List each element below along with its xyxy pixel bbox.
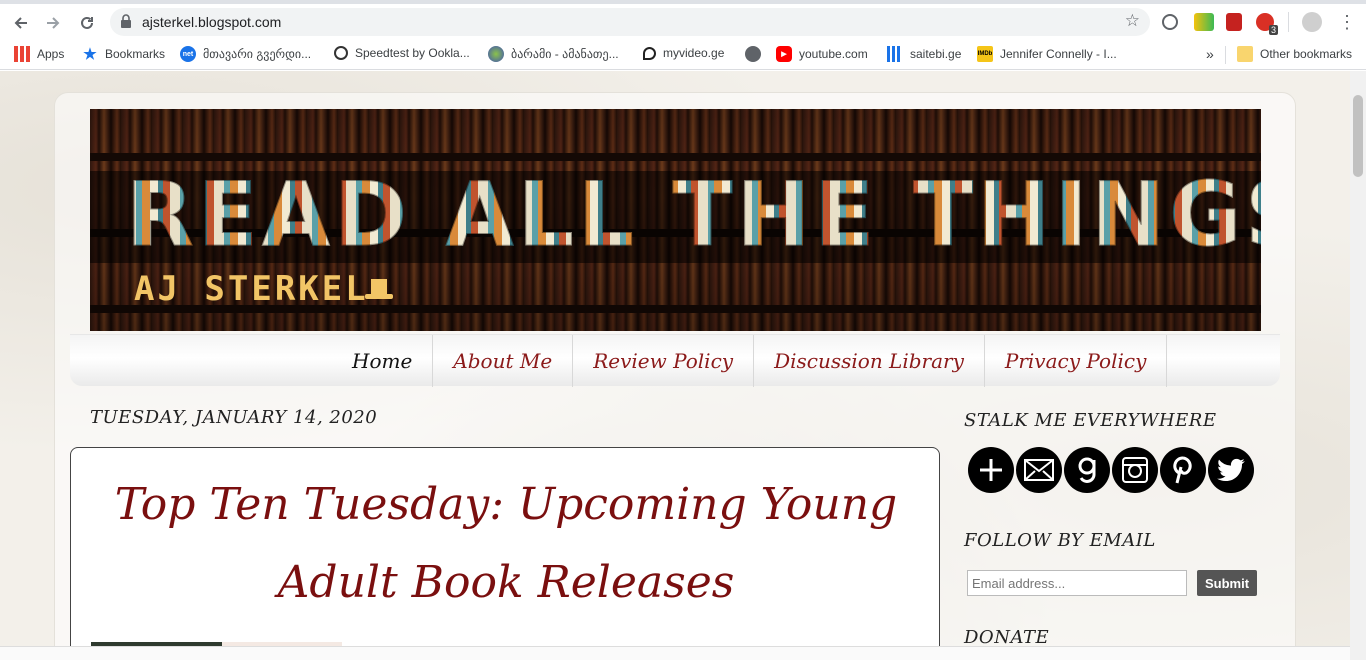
- bookmark-net[interactable]: net მთავარი გვერდი...: [180, 46, 311, 62]
- email-field[interactable]: [967, 570, 1187, 596]
- bar-chart-icon: [887, 46, 903, 62]
- menu-icon[interactable]: ⋮: [1338, 12, 1356, 33]
- header-banner[interactable]: READ ALL THE THINGS! AJ STERKEL: [90, 109, 1261, 331]
- post-date: TUESDAY, JANUARY 14, 2020: [90, 407, 378, 428]
- post-card: Top Ten Tuesday: Upcoming Young Adult Bo…: [70, 447, 940, 660]
- bookmark-label: Jennifer Connelly - I...: [1000, 47, 1117, 61]
- back-icon[interactable]: [8, 10, 34, 36]
- url-text: ajsterkel.blogspot.com: [142, 14, 282, 30]
- speedometer-icon[interactable]: [1162, 14, 1178, 30]
- bookmarks-bar: Apps ★ Bookmarks net მთავარი გვერდი... S…: [0, 40, 1366, 70]
- bookmark-saitebi[interactable]: saitebi.ge: [887, 46, 961, 62]
- scrollbar-thumb[interactable]: [1353, 95, 1363, 177]
- tab-privacy-policy[interactable]: Privacy Policy: [985, 335, 1168, 387]
- bookmark-label: youtube.com: [799, 47, 868, 61]
- blog-author: AJ STERKEL: [134, 269, 369, 309]
- address-bar[interactable]: ajsterkel.blogspot.com ☆: [110, 8, 1150, 36]
- toolbar-divider: [1288, 12, 1289, 32]
- goodreads-icon[interactable]: [1064, 447, 1110, 493]
- bookmark-myvideo[interactable]: myvideo.ge: [643, 46, 724, 60]
- tab-about-me[interactable]: About Me: [433, 335, 574, 387]
- post-title[interactable]: Top Ten Tuesday: Upcoming Young Adult Bo…: [91, 466, 921, 622]
- globe-icon: [488, 46, 504, 62]
- bookmark-imdb[interactable]: IMDb Jennifer Connelly - I...: [977, 46, 1117, 62]
- bookmark-label: Speedtest by Ookla...: [355, 46, 470, 60]
- bookmark-barami[interactable]: ბარამი - ამანათე...: [488, 46, 619, 62]
- extension-badge: 3: [1268, 25, 1278, 35]
- mail-icon[interactable]: [1016, 447, 1062, 493]
- plus-icon[interactable]: [968, 447, 1014, 493]
- top-hat-icon: [365, 279, 393, 299]
- submit-button[interactable]: Submit: [1197, 570, 1257, 596]
- star-icon: ★: [83, 46, 97, 63]
- bookmark-label: saitebi.ge: [910, 47, 962, 61]
- other-bookmarks[interactable]: Other bookmarks: [1237, 46, 1352, 62]
- stalk-heading: STALK ME EVERYWHERE: [964, 410, 1217, 431]
- follow-heading: FOLLOW BY EMAIL: [964, 530, 1156, 551]
- bookmark-bookmarks[interactable]: ★ Bookmarks: [82, 46, 166, 63]
- bookmark-speedtest[interactable]: Speedtest by Ookla...: [334, 46, 470, 60]
- bookmark-youtube[interactable]: ▶ youtube.com: [776, 46, 868, 62]
- reload-icon[interactable]: [74, 10, 100, 36]
- youtube-icon: ▶: [776, 46, 792, 62]
- bookmark-star-icon[interactable]: ☆: [1125, 11, 1140, 31]
- avatar[interactable]: [1302, 12, 1322, 32]
- globe-icon: [745, 46, 761, 62]
- extension-icon[interactable]: [1194, 13, 1214, 31]
- browser-toolbar: ajsterkel.blogspot.com ☆ 3 ⋮: [0, 4, 1366, 40]
- folder-icon: [1237, 46, 1253, 62]
- tab-review-policy[interactable]: Review Policy: [573, 335, 755, 387]
- bookmark-label: Apps: [37, 47, 65, 61]
- bookmark-apps[interactable]: Apps: [14, 46, 64, 62]
- bookmark-label: ბარამი - ამანათე...: [511, 47, 619, 61]
- blog-title: READ ALL THE THINGS!: [126, 163, 1261, 267]
- bookmarks-overflow[interactable]: »: [1206, 46, 1214, 62]
- tab-discussion-library[interactable]: Discussion Library: [754, 335, 985, 387]
- bookmark-label: Bookmarks: [105, 47, 166, 61]
- page: READ ALL THE THINGS! AJ STERKEL Home Abo…: [0, 71, 1350, 660]
- adblock-icon[interactable]: 3: [1256, 13, 1278, 35]
- pinterest-icon[interactable]: [1160, 447, 1206, 493]
- social-links: [968, 447, 1254, 493]
- forward-icon[interactable]: [40, 10, 66, 36]
- speedometer-icon: [334, 46, 348, 60]
- tab-home[interactable]: Home: [332, 335, 434, 387]
- lock-icon: [120, 14, 132, 33]
- donate-heading: DONATE: [964, 627, 1050, 648]
- bookmark-globe[interactable]: [745, 46, 768, 62]
- twitter-icon[interactable]: [1208, 447, 1254, 493]
- net-icon: net: [180, 46, 196, 62]
- bookmarks-divider: [1225, 46, 1226, 64]
- bookmark-label: მთავარი გვერდი...: [203, 47, 312, 61]
- instagram-icon[interactable]: [1112, 447, 1158, 493]
- page-scrollbar[interactable]: [1350, 71, 1366, 660]
- pdf-icon[interactable]: [1226, 13, 1242, 31]
- myvideo-icon: [643, 46, 656, 60]
- bookmark-label: myvideo.ge: [663, 46, 725, 60]
- main-nav: Home About Me Review Policy Discussion L…: [70, 334, 1280, 387]
- apps-grid-icon: [14, 46, 30, 62]
- status-strip: [0, 646, 1350, 660]
- imdb-icon: IMDb: [977, 46, 993, 62]
- other-bookmarks-label: Other bookmarks: [1260, 47, 1353, 61]
